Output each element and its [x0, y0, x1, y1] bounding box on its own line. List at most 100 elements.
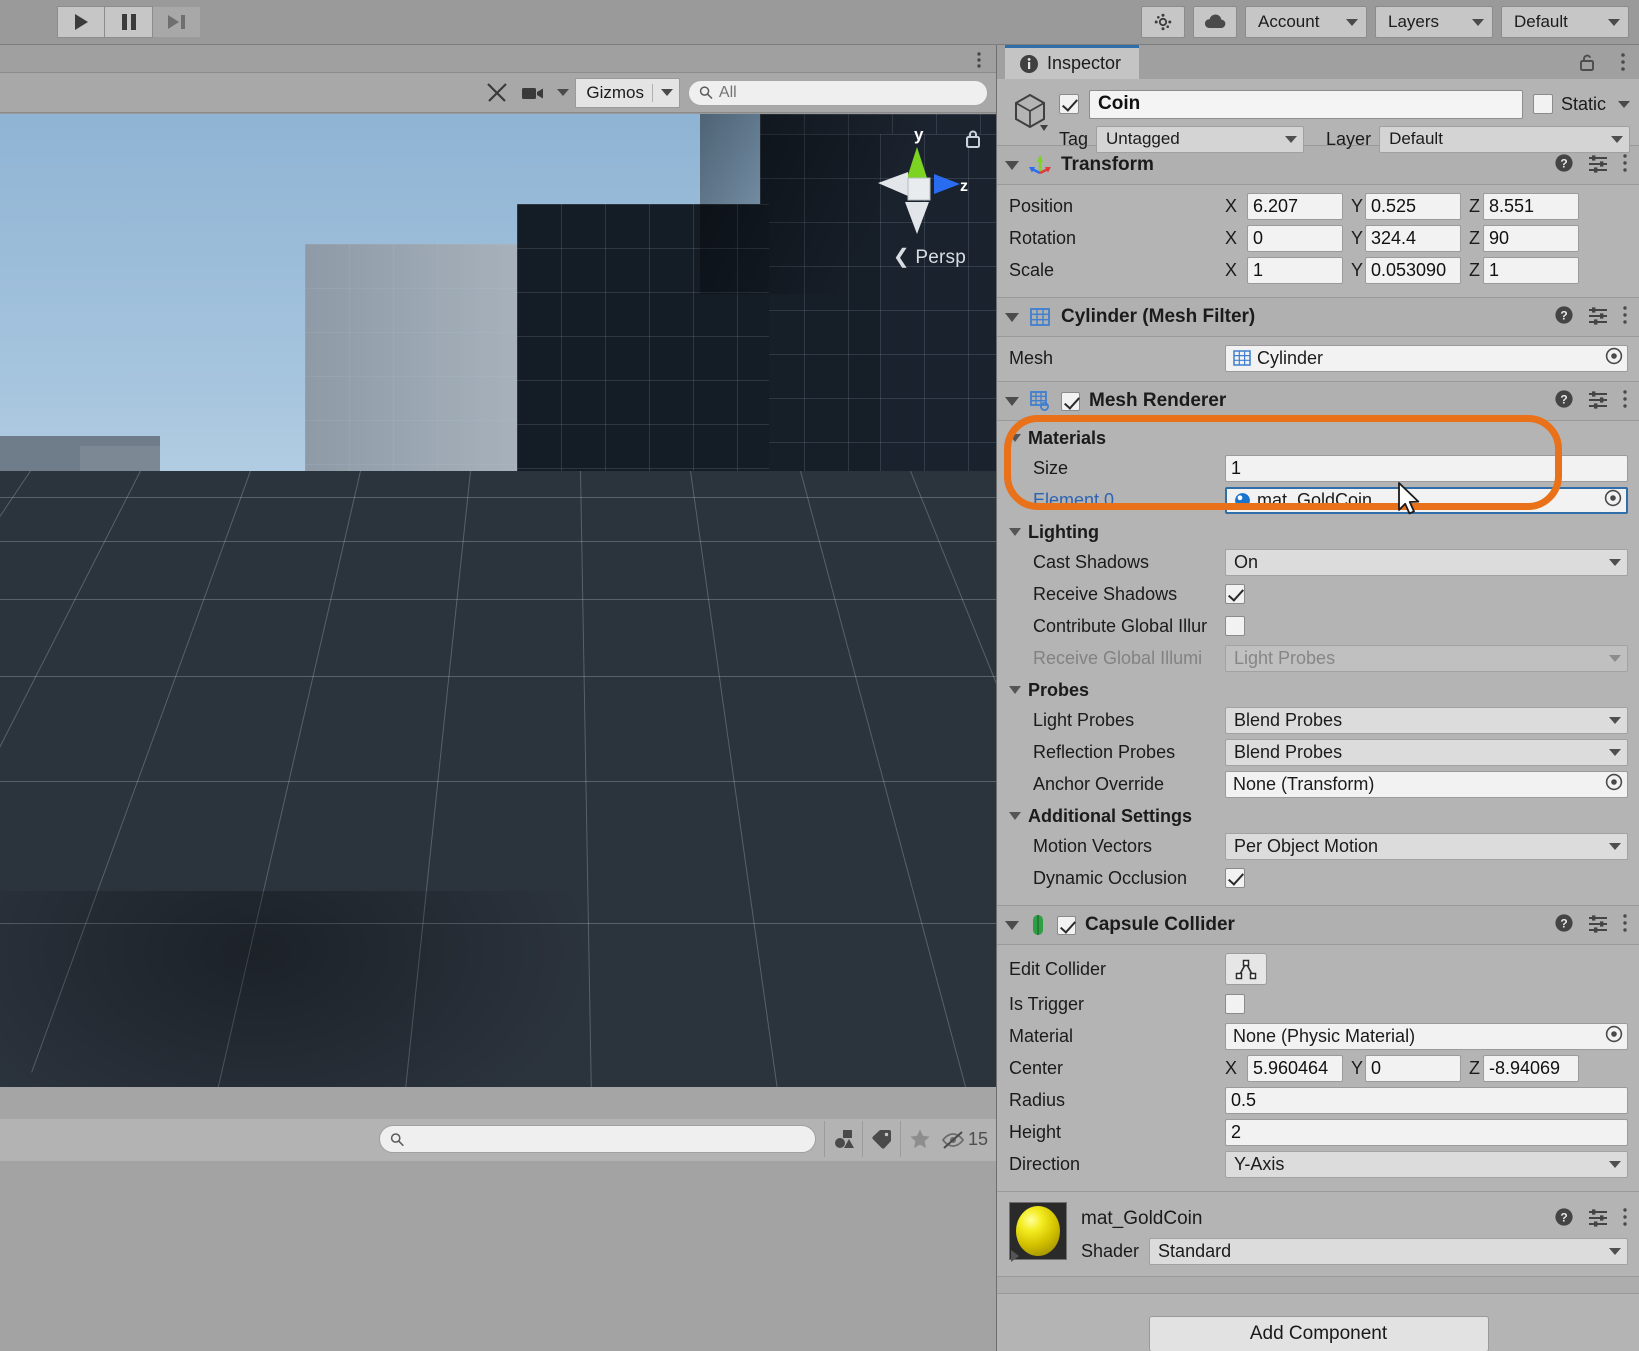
receive-shadows-checkbox[interactable]	[1225, 584, 1245, 604]
position-x-input[interactable]	[1247, 192, 1343, 220]
gizmos-dropdown[interactable]: Gizmos	[575, 77, 680, 108]
layers-dropdown[interactable]: Layers	[1375, 6, 1493, 38]
capsule-collider-enabled-checkbox[interactable]	[1057, 915, 1076, 935]
scene-projection-label[interactable]: ❮ Persp	[893, 244, 966, 269]
help-icon[interactable]: ?	[1554, 153, 1574, 178]
pause-button[interactable]	[105, 6, 153, 38]
material-foldout-arrow-icon[interactable]	[1011, 1250, 1019, 1262]
mesh-renderer-enabled-checkbox[interactable]	[1061, 391, 1080, 411]
help-icon[interactable]: ?	[1554, 1207, 1574, 1232]
more-options-icon[interactable]	[1622, 913, 1628, 938]
layout-dropdown[interactable]: Default	[1501, 6, 1629, 38]
rotation-y-input[interactable]	[1365, 224, 1461, 252]
scale-y-input[interactable]	[1365, 256, 1461, 284]
reflection-probes-dropdown[interactable]: Blend Probes	[1225, 738, 1628, 766]
height-input[interactable]	[1225, 1118, 1628, 1146]
chevron-down-icon[interactable]	[1618, 100, 1630, 108]
mesh-object-field[interactable]: Cylinder	[1225, 344, 1628, 372]
scene-viewport[interactable]: y z ❮ Persp	[0, 114, 996, 1104]
lighting-section-label[interactable]: Lighting	[1009, 517, 1628, 547]
center-y-input[interactable]	[1365, 1054, 1461, 1082]
tab-inspector[interactable]: Inspector	[1005, 45, 1140, 79]
materials-section-label[interactable]: Materials	[1009, 423, 1628, 453]
position-y-input[interactable]	[1365, 192, 1461, 220]
more-options-icon[interactable]	[1622, 153, 1628, 178]
motion-vectors-dropdown[interactable]: Per Object Motion	[1225, 832, 1628, 860]
preset-icon[interactable]	[1587, 1207, 1609, 1232]
preset-icon[interactable]	[1587, 153, 1609, 178]
probes-section-label[interactable]: Probes	[1009, 675, 1628, 705]
light-probes-dropdown[interactable]: Blend Probes	[1225, 706, 1628, 734]
anchor-override-object-field[interactable]: None (Transform)	[1225, 770, 1628, 798]
scene-search-field[interactable]	[718, 83, 977, 102]
foldout-arrow-icon[interactable]	[1005, 396, 1019, 406]
element0-label[interactable]: Element 0	[1009, 490, 1225, 511]
cloud-icon[interactable]	[1193, 6, 1237, 38]
object-filter-icon[interactable]	[824, 1121, 862, 1157]
foldout-arrow-icon[interactable]	[1009, 434, 1021, 442]
foldout-arrow-icon[interactable]	[1009, 528, 1021, 536]
gameobject-icon[interactable]	[1009, 91, 1053, 135]
scene-more-options-icon[interactable]	[976, 50, 982, 75]
cast-shadows-dropdown[interactable]: On	[1225, 548, 1628, 576]
collider-material-object-field[interactable]: None (Physic Material)	[1225, 1022, 1628, 1050]
lower-panel-body[interactable]	[0, 1161, 996, 1351]
inspector-more-options-icon[interactable]	[1620, 51, 1626, 78]
more-options-icon[interactable]	[1622, 305, 1628, 330]
favorite-star-icon[interactable]	[900, 1121, 938, 1157]
object-picker-icon[interactable]	[1605, 347, 1623, 370]
account-dropdown[interactable]: Account	[1245, 6, 1367, 38]
scene-camera-dropdown[interactable]	[515, 78, 575, 108]
rotation-z-input[interactable]	[1483, 224, 1579, 252]
tag-dropdown[interactable]: Untagged	[1096, 125, 1305, 153]
foldout-arrow-icon[interactable]	[1005, 312, 1019, 322]
more-options-icon[interactable]	[1622, 389, 1628, 414]
hidden-objects-count[interactable]: 15	[941, 1129, 988, 1150]
object-picker-icon[interactable]	[1605, 773, 1623, 796]
project-search-field[interactable]	[410, 1130, 805, 1148]
contribute-gi-checkbox[interactable]	[1225, 616, 1245, 636]
scene-axis-gizmo[interactable]: y z	[856, 122, 976, 252]
component-header-capsule-collider[interactable]: Capsule Collider ?	[997, 905, 1639, 945]
help-icon[interactable]: ?	[1554, 389, 1574, 414]
shader-dropdown[interactable]: Standard	[1149, 1237, 1628, 1265]
scale-x-input[interactable]	[1247, 256, 1343, 284]
dynamic-occlusion-checkbox[interactable]	[1225, 868, 1245, 888]
preset-icon[interactable]	[1587, 389, 1609, 414]
layer-dropdown[interactable]: Default	[1379, 125, 1630, 153]
preset-icon[interactable]	[1587, 305, 1609, 330]
scene-search-input[interactable]	[688, 79, 988, 106]
scale-z-input[interactable]	[1483, 256, 1579, 284]
play-button[interactable]	[57, 6, 105, 38]
help-icon[interactable]: ?	[1554, 305, 1574, 330]
foldout-arrow-icon[interactable]	[1005, 160, 1019, 170]
edit-collider-button[interactable]	[1225, 953, 1267, 985]
label-filter-icon[interactable]	[862, 1121, 900, 1157]
gameobject-name-input[interactable]	[1089, 89, 1523, 119]
project-search-input[interactable]	[379, 1125, 816, 1153]
element0-object-field[interactable]: mat_GoldCoin	[1225, 486, 1628, 514]
materials-size-input[interactable]	[1225, 454, 1628, 482]
help-icon[interactable]: ?	[1554, 913, 1574, 938]
additional-settings-section-label[interactable]: Additional Settings	[1009, 801, 1628, 831]
more-options-icon[interactable]	[1622, 1207, 1628, 1232]
foldout-arrow-icon[interactable]	[1005, 920, 1019, 930]
step-button[interactable]	[153, 6, 201, 38]
center-z-input[interactable]	[1483, 1054, 1579, 1082]
foldout-arrow-icon[interactable]	[1009, 686, 1021, 694]
component-header-mesh-filter[interactable]: Cylinder (Mesh Filter) ?	[997, 297, 1639, 337]
inspector-lock-icon[interactable]	[1579, 53, 1596, 78]
rotation-x-input[interactable]	[1247, 224, 1343, 252]
add-component-button[interactable]: Add Component	[1148, 1316, 1489, 1351]
object-picker-icon[interactable]	[1605, 1025, 1623, 1048]
foldout-arrow-icon[interactable]	[1009, 812, 1021, 820]
preset-icon[interactable]	[1587, 913, 1609, 938]
static-checkbox[interactable]	[1532, 94, 1553, 114]
direction-dropdown[interactable]: Y-Axis	[1225, 1150, 1628, 1178]
position-z-input[interactable]	[1483, 192, 1579, 220]
tools-icon[interactable]	[479, 78, 515, 108]
radius-input[interactable]	[1225, 1086, 1628, 1114]
center-x-input[interactable]	[1247, 1054, 1343, 1082]
search-icon[interactable]	[1141, 6, 1185, 38]
is-trigger-checkbox[interactable]	[1225, 994, 1245, 1014]
